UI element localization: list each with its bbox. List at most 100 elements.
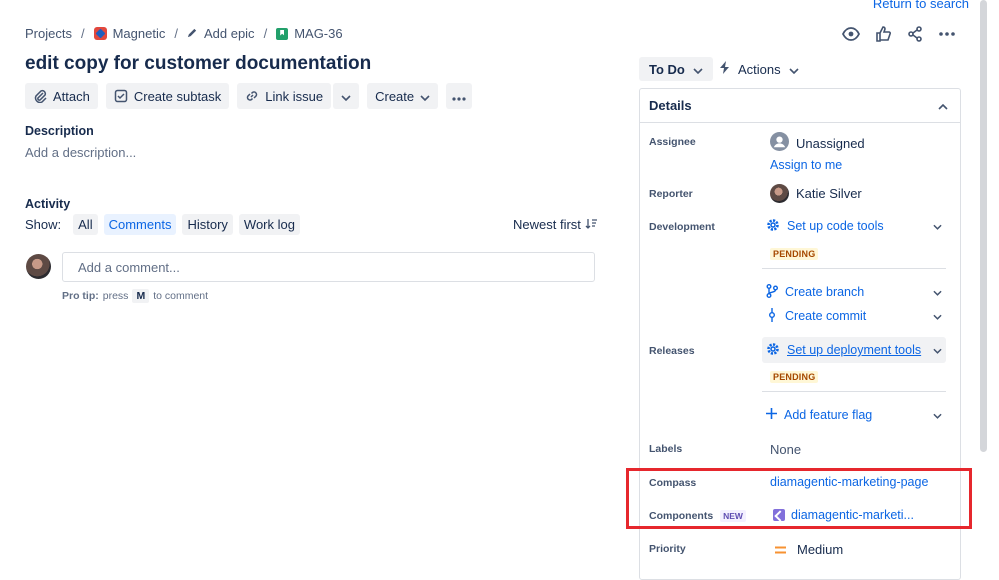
plus-icon bbox=[766, 408, 777, 422]
setup-deployment-tools-button[interactable]: Set up deployment tools bbox=[762, 337, 946, 363]
return-to-search-link[interactable]: Return to search bbox=[873, 0, 969, 11]
story-icon bbox=[276, 27, 289, 40]
actions-label: Actions bbox=[738, 61, 781, 77]
thumbs-up-icon[interactable] bbox=[873, 24, 893, 44]
breadcrumb-project[interactable]: Magnetic bbox=[93, 26, 165, 41]
watch-eye-icon[interactable] bbox=[841, 24, 861, 44]
paperclip-icon bbox=[33, 89, 47, 103]
add-feature-flag-label: Add feature flag bbox=[784, 408, 873, 422]
create-subtask-button[interactable]: Create subtask bbox=[105, 83, 230, 109]
sort-label: Newest first bbox=[513, 217, 581, 232]
reporter-field[interactable]: Katie Silver bbox=[770, 184, 862, 203]
share-icon[interactable] bbox=[905, 24, 925, 44]
breadcrumb-issue[interactable]: MAG-36 bbox=[276, 26, 343, 41]
status-label: To Do bbox=[649, 61, 685, 77]
setup-code-tools-label: Set up code tools bbox=[787, 219, 884, 233]
labels-value[interactable]: None bbox=[770, 442, 801, 457]
reporter-avatar bbox=[770, 184, 789, 203]
chevron-up-icon bbox=[938, 98, 948, 113]
reporter-value: Katie Silver bbox=[796, 186, 862, 201]
breadcrumb-issue-key: MAG-36 bbox=[294, 26, 343, 41]
filter-comments[interactable]: Comments bbox=[103, 214, 177, 235]
branch-icon bbox=[766, 283, 778, 301]
details-heading: Details bbox=[649, 98, 692, 113]
lightning-icon bbox=[720, 61, 730, 77]
reporter-label: Reporter bbox=[649, 188, 693, 200]
current-user-avatar bbox=[26, 254, 51, 279]
assignee-label: Assignee bbox=[649, 136, 696, 148]
project-icon bbox=[93, 27, 107, 40]
breadcrumb-add-epic-label: Add epic bbox=[203, 26, 255, 41]
create-branch-label: Create branch bbox=[785, 285, 865, 299]
releases-label: Releases bbox=[649, 345, 695, 357]
pro-tip-text-2: to comment bbox=[153, 290, 209, 302]
scrollbar[interactable] bbox=[980, 0, 987, 452]
chevron-down-icon bbox=[933, 343, 942, 357]
chevron-down-icon bbox=[420, 89, 430, 104]
activity-heading: Activity bbox=[25, 197, 71, 211]
setup-code-tools-button[interactable]: Set up code tools bbox=[762, 213, 946, 239]
filter-work-log[interactable]: Work log bbox=[238, 214, 300, 235]
development-label: Development bbox=[649, 221, 715, 233]
create-subtask-label: Create subtask bbox=[133, 88, 222, 104]
gear-icon bbox=[766, 342, 780, 359]
show-label: Show: bbox=[25, 217, 62, 232]
priority-field[interactable]: Medium bbox=[775, 542, 843, 557]
assignee-field[interactable]: Unassigned bbox=[770, 132, 865, 154]
details-header[interactable]: Details bbox=[640, 89, 960, 123]
breadcrumb: Projects / Magnetic / Add epic / MAG-36 bbox=[25, 26, 343, 41]
pro-tip-text-1: press bbox=[102, 290, 129, 302]
breadcrumb-separator: / bbox=[263, 26, 268, 41]
chevron-down-icon bbox=[341, 89, 351, 104]
labels-label: Labels bbox=[649, 443, 683, 455]
comment-placeholder: Add a comment... bbox=[78, 259, 180, 275]
filter-all[interactable]: All bbox=[73, 214, 98, 235]
actions-dropdown[interactable]: Actions bbox=[712, 57, 807, 81]
pencil-icon bbox=[187, 26, 198, 41]
create-label: Create bbox=[375, 88, 415, 104]
more-toolbar-button[interactable] bbox=[446, 83, 473, 109]
sort-button[interactable]: Newest first bbox=[513, 217, 597, 232]
link-issue-dropdown-button[interactable] bbox=[333, 83, 360, 109]
issue-header-actions bbox=[841, 24, 957, 44]
chevron-down-icon bbox=[933, 408, 942, 422]
status-dropdown[interactable]: To Do bbox=[639, 57, 713, 81]
create-commit-label: Create commit bbox=[785, 309, 867, 323]
issue-title[interactable]: edit copy for customer documentation bbox=[25, 53, 371, 75]
setup-deployment-tools-label: Set up deployment tools bbox=[787, 343, 922, 357]
more-actions-icon[interactable] bbox=[937, 24, 957, 44]
create-branch-button[interactable]: Create branch bbox=[762, 279, 946, 305]
activity-filter-row: Show: All Comments History Work log bbox=[25, 214, 300, 235]
attach-button[interactable]: Attach bbox=[25, 83, 98, 109]
pro-tip-bold: Pro tip: bbox=[62, 290, 99, 302]
unassigned-avatar-icon bbox=[770, 132, 789, 154]
link-issue-button[interactable]: Link issue bbox=[237, 83, 332, 109]
description-placeholder[interactable]: Add a description... bbox=[25, 145, 136, 160]
breadcrumb-separator: / bbox=[80, 26, 85, 41]
sort-icon bbox=[585, 217, 597, 232]
create-button[interactable]: Create bbox=[367, 83, 439, 109]
link-issue-split-button: Link issue bbox=[237, 83, 360, 109]
chevron-down-icon bbox=[933, 219, 942, 233]
breadcrumb-projects[interactable]: Projects bbox=[25, 26, 72, 41]
create-commit-button[interactable]: Create commit bbox=[762, 303, 946, 329]
filter-history[interactable]: History bbox=[182, 214, 233, 235]
description-heading: Description bbox=[25, 124, 94, 138]
subtask-icon bbox=[114, 89, 128, 103]
link-icon bbox=[245, 89, 259, 103]
divider bbox=[762, 268, 946, 269]
priority-medium-icon bbox=[775, 542, 786, 557]
add-feature-flag-button[interactable]: Add feature flag bbox=[762, 402, 946, 428]
deployment-tools-pending-badge: PENDING bbox=[770, 371, 819, 383]
chevron-down-icon bbox=[933, 309, 942, 323]
assignee-value: Unassigned bbox=[796, 135, 865, 151]
attach-label: Attach bbox=[53, 88, 90, 104]
code-tools-pending-badge: PENDING bbox=[770, 248, 819, 260]
breadcrumb-add-epic[interactable]: Add epic bbox=[187, 26, 255, 41]
link-issue-label: Link issue bbox=[265, 88, 324, 104]
divider bbox=[762, 391, 946, 392]
comment-input[interactable]: Add a comment... bbox=[62, 252, 595, 282]
priority-label: Priority bbox=[649, 543, 686, 555]
assign-to-me-link[interactable]: Assign to me bbox=[770, 158, 842, 172]
pro-tip: Pro tip: press M to comment bbox=[62, 289, 208, 303]
